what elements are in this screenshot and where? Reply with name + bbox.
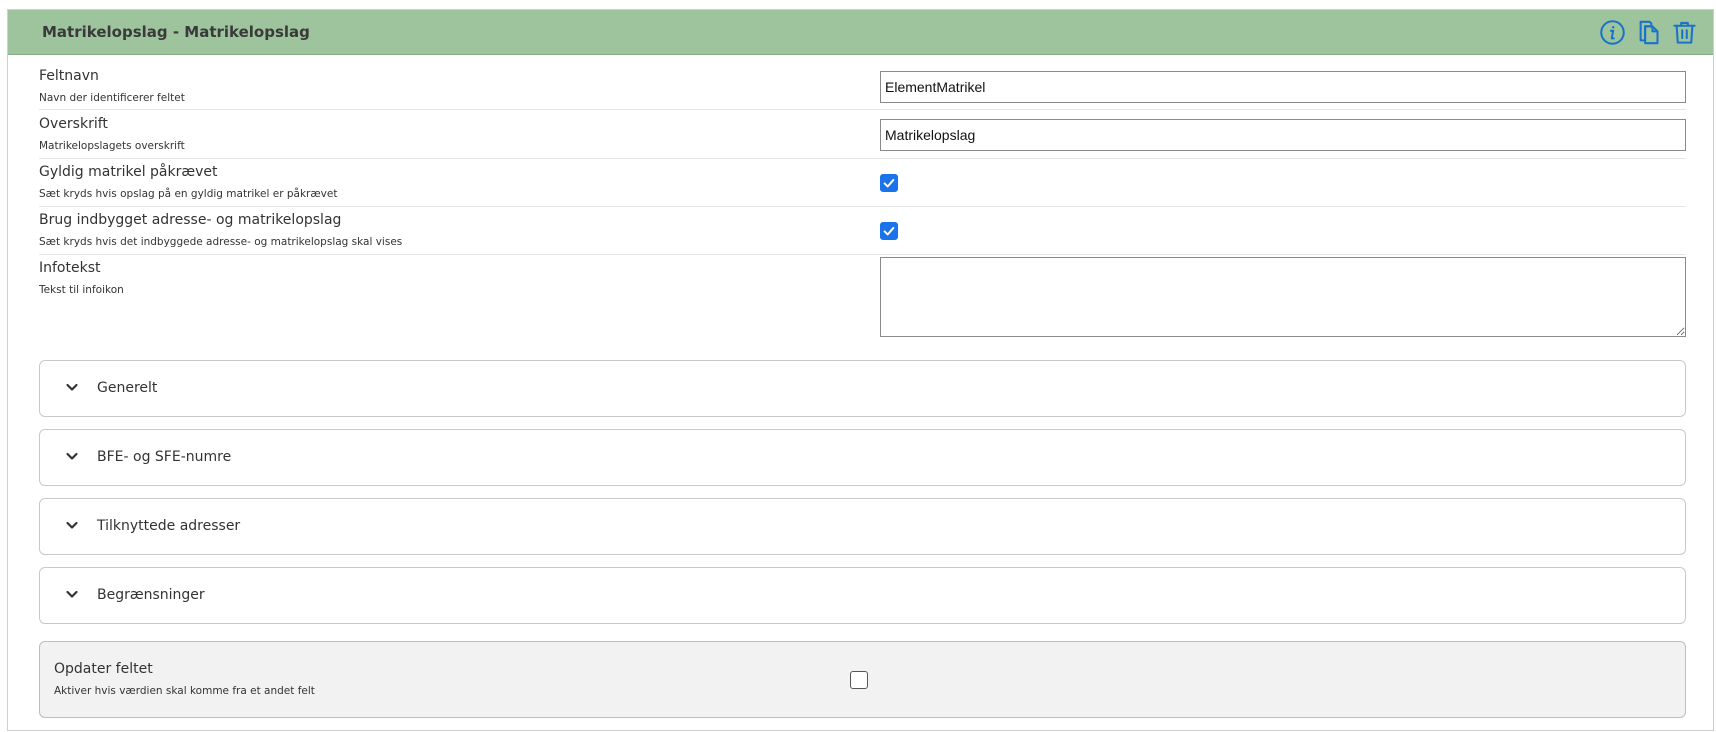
field-row-overskrift: Overskrift Matrikelopslagets overskrift [39, 111, 1686, 159]
trash-icon[interactable] [1669, 17, 1699, 47]
indbygget-opslag-checkbox[interactable] [880, 222, 898, 240]
update-help: Aktiver hvis værdien skal komme fra et a… [54, 685, 315, 697]
field-label: Gyldig matrikel påkrævet [39, 164, 218, 180]
infotekst-textarea[interactable] [880, 257, 1686, 337]
field-help: Tekst til infoikon [39, 284, 124, 296]
section-label: BFE- og SFE-numre [97, 449, 232, 465]
section-bfe-sfe-numre[interactable]: BFE- og SFE-numre [39, 429, 1686, 486]
section-generelt[interactable]: Generelt [39, 360, 1686, 417]
update-label: Opdater feltet [54, 661, 153, 677]
field-help: Navn der identificerer feltet [39, 92, 185, 104]
header-actions [1597, 17, 1699, 47]
chevron-down-icon [66, 383, 78, 391]
section-begraensninger[interactable]: Begrænsninger [39, 567, 1686, 624]
copy-icon[interactable] [1633, 17, 1663, 47]
info-icon[interactable] [1597, 17, 1627, 47]
field-label: Infotekst [39, 260, 101, 276]
feltnavn-input[interactable] [880, 71, 1686, 103]
field-row-infotekst: Infotekst Tekst til infoikon [39, 255, 1686, 337]
chevron-down-icon [66, 452, 78, 460]
update-field-box: Opdater feltet Aktiver hvis værdien skal… [39, 641, 1686, 718]
matrikelopslag-panel: Matrikelopslag - Matrikelopslag Feltnavn… [7, 9, 1714, 731]
panel-title: Matrikelopslag - Matrikelopslag [42, 23, 310, 41]
field-label: Overskrift [39, 116, 108, 132]
section-label: Generelt [97, 380, 158, 396]
field-row-feltnavn: Feltnavn Navn der identificerer feltet [39, 63, 1686, 110]
checkmark-icon [883, 226, 895, 236]
field-row-indbygget-opslag: Brug indbygget adresse- og matrikelopsla… [39, 207, 1686, 255]
gyldig-matrikel-checkbox[interactable] [880, 174, 898, 192]
section-tilknyttede-adresser[interactable]: Tilknyttede adresser [39, 498, 1686, 555]
section-label: Tilknyttede adresser [97, 518, 241, 534]
field-help: Sæt kryds hvis det indbyggede adresse- o… [39, 236, 403, 248]
field-help: Matrikelopslagets overskrift [39, 140, 185, 152]
panel-header: Matrikelopslag - Matrikelopslag [8, 10, 1713, 55]
checkmark-icon [883, 178, 895, 188]
overskrift-input[interactable] [880, 119, 1686, 151]
chevron-down-icon [66, 521, 78, 529]
field-help: Sæt kryds hvis opslag på en gyldig matri… [39, 188, 338, 200]
update-field-checkbox[interactable] [850, 671, 868, 689]
field-label: Feltnavn [39, 68, 99, 84]
section-label: Begrænsninger [97, 587, 205, 603]
field-row-gyldig-matrikel: Gyldig matrikel påkrævet Sæt kryds hvis … [39, 159, 1686, 207]
field-label: Brug indbygget adresse- og matrikelopsla… [39, 212, 342, 228]
chevron-down-icon [66, 590, 78, 598]
